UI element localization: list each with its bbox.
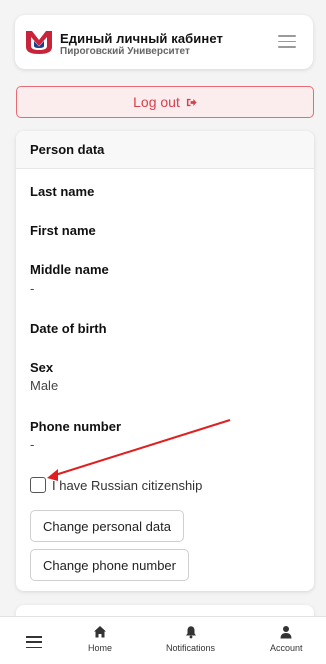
nav-notifications-label: Notifications (166, 643, 216, 653)
citizenship-row: I have Russian citizenship (30, 477, 202, 493)
first-name-label: First name (30, 223, 96, 238)
header-card: Единый личный кабинет Пироговский Универ… (15, 15, 313, 69)
middle-name-label: Middle name (30, 262, 109, 277)
last-name-label: Last name (30, 184, 95, 199)
brand-title: Единый личный кабинет (60, 31, 223, 46)
logout-button[interactable]: Log out (16, 86, 314, 118)
hamburger-icon[interactable] (26, 636, 42, 649)
sex-value: Male (30, 378, 59, 393)
date-of-birth-label: Date of birth (30, 321, 107, 336)
person-data-heading: Person data (16, 131, 314, 169)
citizenship-checkbox[interactable] (30, 477, 46, 493)
change-personal-data-button[interactable]: Change personal data (30, 510, 184, 542)
home-icon (94, 626, 106, 638)
nav-account-label: Account (270, 643, 303, 653)
nav-home-label: Home (88, 643, 113, 653)
citizenship-label[interactable]: I have Russian citizenship (52, 478, 202, 493)
middle-name-value: - (30, 281, 35, 296)
nav-notifications[interactable]: Notifications (166, 625, 215, 653)
nav-home[interactable]: Home (88, 625, 112, 653)
hamburger-icon[interactable] (278, 35, 296, 49)
person-data-card: Person data Last name First name Middle … (16, 131, 314, 591)
change-phone-number-button[interactable]: Change phone number (30, 549, 189, 581)
user-icon (280, 626, 292, 639)
brand-subtitle: Пироговский Университет (60, 46, 190, 57)
logout-label: Log out (133, 94, 180, 110)
nav-account[interactable]: Account (270, 625, 303, 653)
phone-number-value: - (30, 437, 35, 452)
university-logo-icon[interactable] (24, 27, 54, 55)
logout-icon (186, 98, 197, 106)
sex-label: Sex (30, 360, 54, 375)
bottom-nav: Home Notifications Account (0, 616, 326, 664)
phone-number-label: Phone number (30, 419, 122, 434)
bell-icon (185, 626, 196, 639)
